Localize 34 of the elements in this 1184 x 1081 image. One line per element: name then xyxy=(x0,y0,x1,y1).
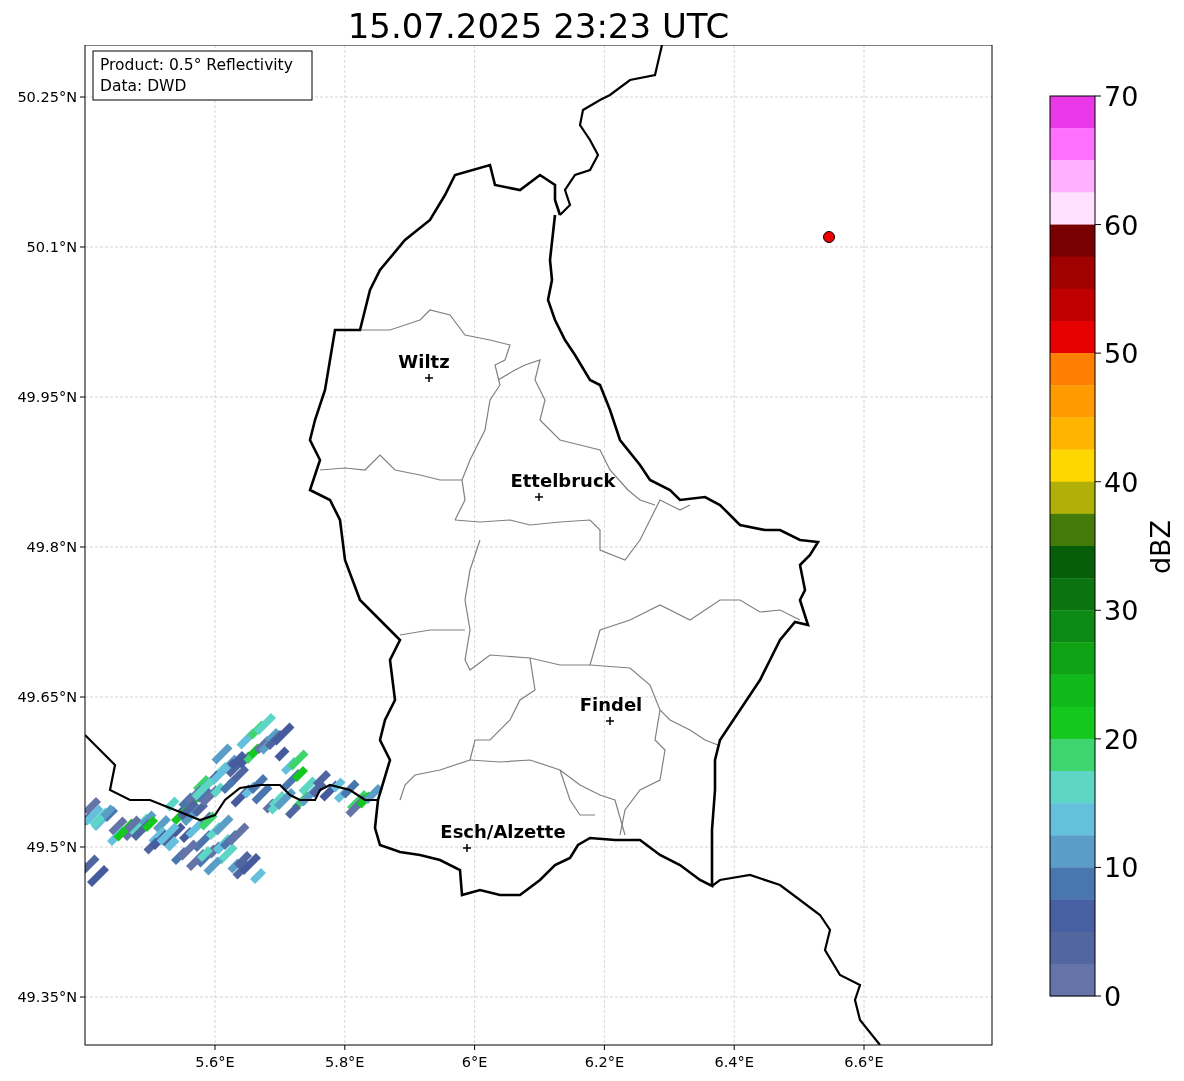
colorbar-tick-label: 70 xyxy=(1104,81,1139,112)
city-marker-icon xyxy=(534,492,544,502)
chart-title: 15.07.2025 23:23 UTC xyxy=(346,5,731,45)
axis-tick-label: 6.2°E xyxy=(584,1054,625,1070)
axis-tick-label: 50.1°N xyxy=(26,239,77,255)
city-label: Ettelbruck xyxy=(510,470,616,491)
city-label: Findel xyxy=(579,694,643,715)
city-marker-icon xyxy=(424,373,434,383)
colorbar-tick-label: 60 xyxy=(1104,209,1139,241)
axis-tick-label: 49.65°N xyxy=(17,689,77,705)
city-marker-icon xyxy=(462,843,472,853)
axis-tick-label: 5.8°E xyxy=(325,1054,365,1070)
axis-tick-label: 49.95°N xyxy=(17,389,77,405)
colorbar-tick-label: 10 xyxy=(1104,852,1139,884)
info-text: Data: DWD xyxy=(100,77,187,95)
colorbar-tick-label: 40 xyxy=(1104,466,1139,498)
axis-tick-label: 49.35°N xyxy=(17,989,77,1005)
colorbar-label: dBZ xyxy=(1145,519,1176,575)
info-text: Product: 0.5° Reflectivity xyxy=(100,56,293,74)
colorbar-tick-label: 30 xyxy=(1104,595,1139,627)
colorbar-tick-label: 0 xyxy=(1104,981,1122,1012)
axis-tick-label: 49.5°N xyxy=(26,839,77,855)
colorbar-tick-label: 20 xyxy=(1104,723,1139,755)
city-label: Wiltz xyxy=(398,351,450,372)
axis-tick-label: 6.4°E xyxy=(714,1054,754,1070)
marker-dot xyxy=(823,231,835,243)
axis-tick-label: 6°E xyxy=(461,1054,488,1070)
colorbar-tick-label: 50 xyxy=(1104,338,1139,370)
axis-tick-label: 6.6°E xyxy=(844,1054,884,1070)
city-marker-icon xyxy=(605,716,615,726)
axis-tick-label: 50.25°N xyxy=(17,89,77,105)
city-label: Esch/Alzette xyxy=(440,821,566,842)
axis-tick-label: 49.8°N xyxy=(26,539,77,555)
axis-tick-label: 5.6°E xyxy=(195,1054,235,1070)
